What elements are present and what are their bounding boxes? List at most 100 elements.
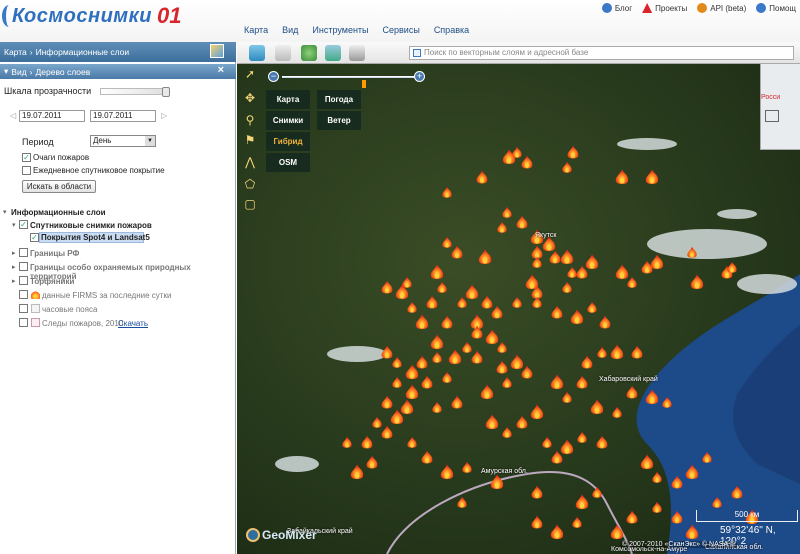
fire-marker[interactable] [451,245,463,259]
fire-marker[interactable] [451,395,463,409]
move-icon[interactable]: ✥ [242,90,258,106]
expand-arrow-icon[interactable]: ▸ [12,277,16,285]
fire-marker[interactable] [702,451,712,463]
layer-checkbox[interactable] [19,318,28,327]
zoom-slider[interactable] [282,76,418,88]
menu-map[interactable]: Карта [244,25,268,35]
fire-marker[interactable] [400,399,414,415]
fire-marker[interactable] [572,516,582,528]
fire-marker[interactable] [687,246,697,258]
opacity-slider-handle[interactable] [162,87,170,97]
zoom-in-button[interactable]: + [414,71,425,82]
fire-marker[interactable] [510,354,524,370]
fire-marker[interactable] [350,464,364,480]
fire-marker[interactable] [685,524,699,540]
fire-marker[interactable] [530,404,544,420]
layer-checkbox[interactable] [19,304,28,313]
overview-map[interactable]: Росси [760,64,800,150]
fire-marker[interactable] [381,395,393,409]
daily-coverage-checkbox[interactable] [22,166,31,175]
layer-firms[interactable]: данные FIRMS за последние сутки [42,291,171,300]
fire-marker[interactable] [437,281,447,293]
fire-marker[interactable] [551,450,563,464]
fire-marker[interactable] [652,471,662,483]
fire-marker[interactable] [392,376,402,388]
menu-help[interactable]: Справка [434,25,469,35]
menu-tools[interactable]: Инструменты [312,25,368,35]
fire-marker[interactable] [612,406,622,418]
fire-marker[interactable] [476,170,488,184]
fires-checkbox[interactable]: ✓ [22,153,31,162]
fire-marker[interactable] [627,276,637,288]
fire-marker[interactable] [567,266,577,278]
date-to-field[interactable]: 19.07.2011 [90,110,156,122]
fire-marker[interactable] [485,414,499,430]
fire-marker[interactable] [590,399,604,415]
expand-arrow-icon[interactable]: ▸ [12,263,16,271]
download-icon[interactable] [249,45,265,61]
wind-button[interactable]: Ветер [317,111,361,130]
fire-marker[interactable] [502,149,516,165]
fire-marker[interactable] [521,155,533,169]
layer-peatlands[interactable]: Торфяники [30,277,74,286]
fire-marker[interactable] [402,276,412,288]
fire-marker[interactable] [562,391,572,403]
fire-marker[interactable] [531,245,543,259]
layer-burn-scars[interactable]: Следы пожаров, 2010 [42,319,123,328]
fire-marker[interactable] [542,436,552,448]
fire-marker[interactable] [497,341,507,353]
fire-marker[interactable] [521,365,533,379]
fire-marker[interactable] [550,524,564,540]
paperclip-icon[interactable] [275,45,291,61]
tree-path-view[interactable]: Вид [11,67,26,77]
basemap-map-button[interactable]: Карта [266,90,310,109]
fire-marker[interactable] [448,349,462,365]
opacity-slider[interactable] [100,87,170,97]
fire-marker[interactable] [471,350,483,364]
polyline-icon[interactable]: ⋀ [242,154,258,170]
flag-icon[interactable]: ⚑ [242,132,258,148]
fire-marker[interactable] [516,415,528,429]
fire-marker[interactable] [502,376,512,388]
layer-checkbox[interactable]: ✓ [30,233,39,242]
rectangle-icon[interactable]: ▢ [242,196,258,212]
zoom-out-button[interactable]: − [268,71,279,82]
fire-marker[interactable] [712,496,722,508]
fire-marker[interactable] [576,265,588,279]
layer-style-icon[interactable] [210,44,224,58]
weather-button[interactable]: Погода [317,90,361,109]
fire-marker[interactable] [442,371,452,383]
fire-marker[interactable] [652,501,662,513]
fire-marker[interactable] [631,345,643,359]
fire-marker[interactable] [502,206,512,218]
search-area-button[interactable]: Искать в области [22,180,96,193]
download-link[interactable]: Скачать [118,319,148,328]
fire-marker[interactable] [671,510,683,524]
help-link[interactable]: Помощ [756,3,796,13]
period-select[interactable]: День ▼ [90,135,156,147]
fire-marker[interactable] [381,425,393,439]
layer-checkbox[interactable] [19,262,28,271]
fire-marker[interactable] [405,384,419,400]
fire-marker[interactable] [560,249,574,265]
fire-marker[interactable] [502,426,512,438]
breadcrumb-map[interactable]: Карта [4,47,27,57]
fire-marker[interactable] [442,236,452,248]
fire-marker[interactable] [440,464,454,480]
api-link[interactable]: API (beta) [697,3,746,13]
fire-marker[interactable] [490,474,504,490]
collapse-arrow-icon[interactable]: ▾ [4,66,8,77]
fire-marker[interactable] [532,256,542,268]
fire-marker[interactable] [342,436,352,448]
fire-marker[interactable] [381,345,393,359]
fire-marker[interactable] [626,385,638,399]
fire-marker[interactable] [441,315,453,329]
fire-marker[interactable] [457,496,467,508]
search-input[interactable]: Поиск по векторным слоям и адресной базе [409,46,794,60]
fire-marker[interactable] [615,169,629,185]
fire-marker[interactable] [462,341,472,353]
fire-marker[interactable] [491,305,503,319]
layer-time-zones[interactable]: часовые пояса [42,305,97,314]
fire-marker[interactable] [727,261,737,273]
fire-marker[interactable] [596,435,608,449]
